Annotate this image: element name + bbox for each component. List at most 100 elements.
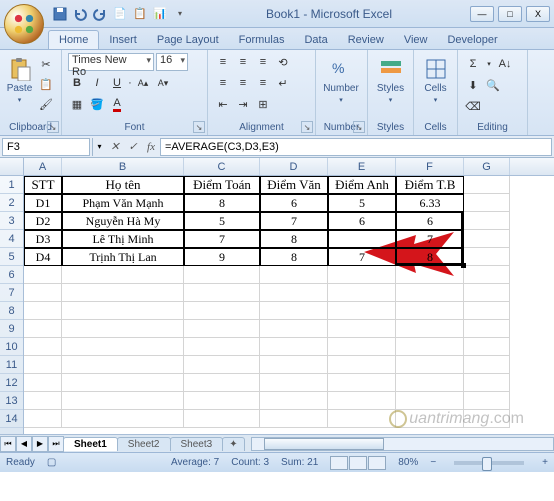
grid-cell[interactable] bbox=[260, 392, 328, 410]
grid-cell[interactable] bbox=[328, 302, 396, 320]
name-box-dropdown-icon[interactable]: ▾ bbox=[92, 138, 106, 156]
grid-cell[interactable] bbox=[464, 194, 510, 212]
table-data-cell[interactable]: Nguyễn Hà My bbox=[62, 212, 184, 230]
table-data-cell[interactable]: 6 bbox=[260, 194, 328, 212]
column-header[interactable]: A bbox=[24, 158, 62, 175]
grid-cell[interactable] bbox=[464, 374, 510, 392]
undo-icon[interactable] bbox=[72, 6, 88, 22]
minimize-button[interactable]: — bbox=[470, 6, 494, 22]
increase-indent-icon[interactable]: ⇥ bbox=[234, 95, 252, 113]
dialog-launcher-icon[interactable]: ↘ bbox=[193, 121, 205, 133]
zoom-level[interactable]: 80% bbox=[398, 457, 418, 468]
grid-cell[interactable] bbox=[464, 338, 510, 356]
format-painter-icon[interactable]: 🖌 bbox=[37, 95, 55, 113]
row-header[interactable]: 12 bbox=[0, 374, 23, 392]
close-button[interactable]: X bbox=[526, 6, 550, 22]
macro-record-icon[interactable]: ▢ bbox=[47, 457, 56, 468]
align-bottom-icon[interactable]: ≡ bbox=[254, 53, 272, 71]
table-header-cell[interactable]: Điểm Anh bbox=[328, 176, 396, 194]
normal-view-button[interactable] bbox=[330, 456, 348, 470]
grid-cell[interactable] bbox=[184, 284, 260, 302]
align-right-icon[interactable]: ≡ bbox=[254, 74, 272, 92]
grid-cell[interactable] bbox=[396, 374, 464, 392]
fx-icon[interactable]: fx bbox=[142, 138, 160, 156]
underline-button[interactable]: U bbox=[108, 74, 126, 92]
column-header[interactable]: E bbox=[328, 158, 396, 175]
grid-cell[interactable] bbox=[62, 410, 184, 428]
grid-cell[interactable] bbox=[328, 392, 396, 410]
clear-icon[interactable]: ⌫ bbox=[464, 97, 482, 115]
table-data-cell[interactable]: D2 bbox=[24, 212, 62, 230]
grid-cell[interactable] bbox=[260, 356, 328, 374]
page-layout-view-button[interactable] bbox=[349, 456, 367, 470]
table-data-cell[interactable]: 8 bbox=[260, 230, 328, 248]
cut-icon[interactable]: ✂ bbox=[37, 55, 55, 73]
table-header-cell[interactable]: Điểm Văn bbox=[260, 176, 328, 194]
row-header[interactable]: 8 bbox=[0, 302, 23, 320]
grid-cell[interactable] bbox=[184, 338, 260, 356]
grid-cell[interactable] bbox=[184, 374, 260, 392]
cells-area[interactable]: STTHọ tênĐiểm ToánĐiểm VănĐiểm AnhĐiểm T… bbox=[24, 176, 554, 434]
grid-cell[interactable] bbox=[62, 266, 184, 284]
grid-cell[interactable] bbox=[260, 410, 328, 428]
grid-cell[interactable] bbox=[24, 392, 62, 410]
column-header[interactable]: G bbox=[464, 158, 510, 175]
align-middle-icon[interactable]: ≡ bbox=[234, 53, 252, 71]
cells-button[interactable]: Cells▾ bbox=[420, 53, 451, 104]
grid-cell[interactable] bbox=[464, 302, 510, 320]
grid-cell[interactable] bbox=[24, 302, 62, 320]
border-icon[interactable]: ▦ bbox=[68, 95, 86, 113]
fill-icon[interactable]: ⬇ bbox=[464, 76, 482, 94]
grid-cell[interactable] bbox=[396, 302, 464, 320]
new-sheet-button[interactable]: ✦ bbox=[222, 437, 244, 451]
table-data-cell[interactable]: 8 bbox=[184, 194, 260, 212]
save-icon[interactable] bbox=[52, 6, 68, 22]
grid-cell[interactable] bbox=[396, 320, 464, 338]
grid-cell[interactable] bbox=[260, 302, 328, 320]
table-data-cell[interactable]: 7 bbox=[260, 212, 328, 230]
copy-icon[interactable]: 📋 bbox=[37, 75, 55, 93]
column-header[interactable]: F bbox=[396, 158, 464, 175]
tab-home[interactable]: Home bbox=[48, 30, 99, 49]
row-header[interactable]: 4 bbox=[0, 230, 23, 248]
table-data-cell[interactable]: 5 bbox=[184, 212, 260, 230]
grid-cell[interactable] bbox=[62, 374, 184, 392]
table-data-cell[interactable]: 9 bbox=[184, 248, 260, 266]
grid-cell[interactable] bbox=[184, 392, 260, 410]
grid-cell[interactable] bbox=[464, 410, 510, 428]
grid-cell[interactable] bbox=[24, 356, 62, 374]
grid-cell[interactable] bbox=[62, 392, 184, 410]
grid-cell[interactable] bbox=[260, 374, 328, 392]
paste-button[interactable]: Paste ▾ bbox=[6, 53, 33, 104]
grid-cell[interactable] bbox=[396, 266, 464, 284]
next-sheet-button[interactable]: ▶ bbox=[32, 436, 48, 452]
tab-review[interactable]: Review bbox=[338, 31, 394, 49]
horizontal-scrollbar[interactable] bbox=[251, 437, 554, 451]
sheet-tab[interactable]: Sheet2 bbox=[117, 437, 171, 451]
grid-cell[interactable] bbox=[62, 320, 184, 338]
grid-cell[interactable] bbox=[24, 410, 62, 428]
grid-cell[interactable] bbox=[328, 338, 396, 356]
dialog-launcher-icon[interactable]: ↘ bbox=[353, 121, 365, 133]
table-data-cell[interactable]: 5 bbox=[328, 194, 396, 212]
grid-cell[interactable] bbox=[260, 266, 328, 284]
grid-cell[interactable] bbox=[396, 284, 464, 302]
grid-cell[interactable] bbox=[464, 392, 510, 410]
row-header[interactable]: 6 bbox=[0, 266, 23, 284]
table-data-cell[interactable]: 7 bbox=[328, 248, 396, 266]
table-data-cell[interactable]: D4 bbox=[24, 248, 62, 266]
last-sheet-button[interactable]: ⏭ bbox=[48, 436, 64, 452]
row-header[interactable]: 3 bbox=[0, 212, 23, 230]
tab-data[interactable]: Data bbox=[294, 31, 337, 49]
grow-font-icon[interactable]: A▴ bbox=[134, 74, 152, 92]
worksheet-grid[interactable]: ABCDEFG 1234567891011121314 STTHọ tênĐiể… bbox=[0, 158, 554, 452]
office-button[interactable] bbox=[4, 4, 44, 44]
grid-cell[interactable] bbox=[62, 356, 184, 374]
grid-cell[interactable] bbox=[464, 212, 510, 230]
first-sheet-button[interactable]: ⏮ bbox=[0, 436, 16, 452]
merge-icon[interactable]: ⊞ bbox=[254, 95, 272, 113]
row-header[interactable]: 10 bbox=[0, 338, 23, 356]
sheet-tab-active[interactable]: Sheet1 bbox=[63, 437, 118, 451]
table-data-cell[interactable]: 8 bbox=[260, 248, 328, 266]
sort-icon[interactable]: A↓ bbox=[496, 55, 514, 73]
